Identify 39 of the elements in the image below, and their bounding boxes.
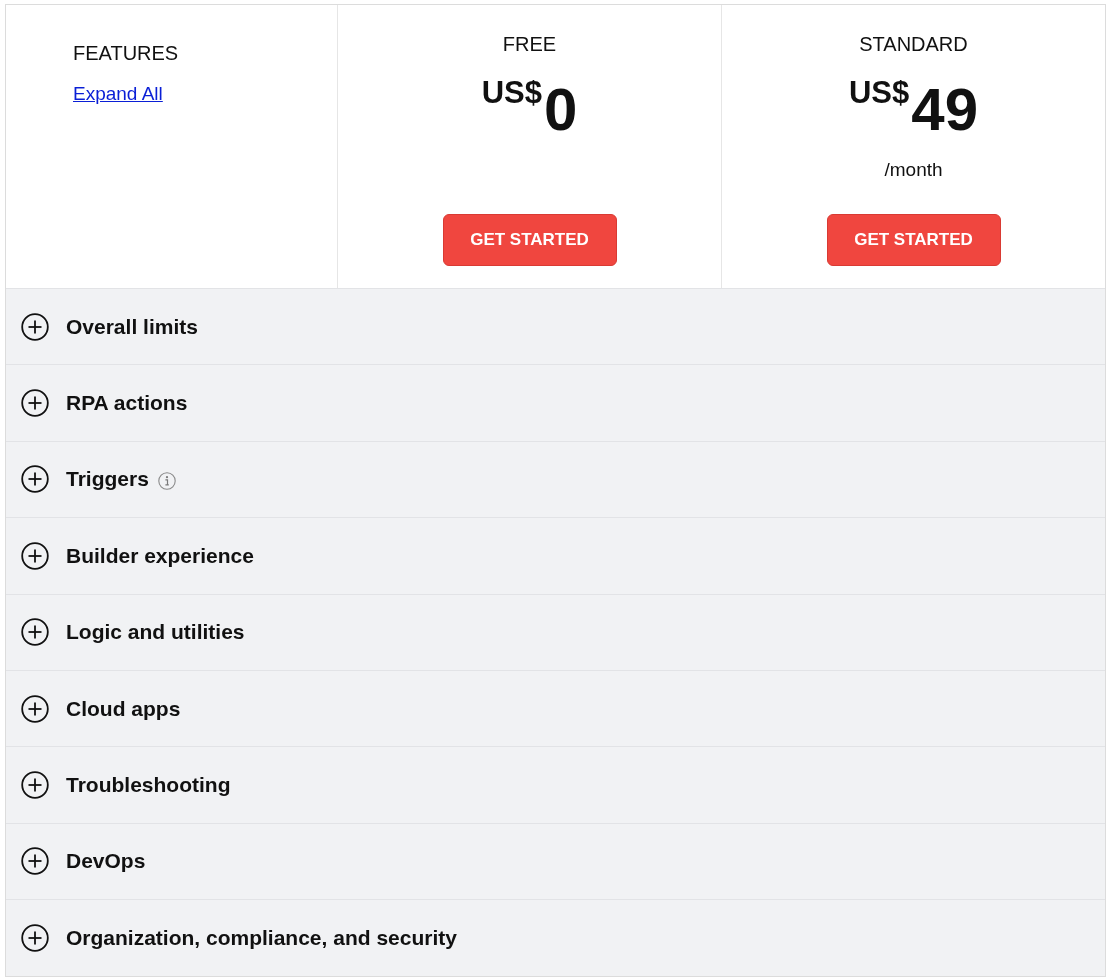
plus-circle-icon[interactable] — [21, 541, 49, 570]
feature-group-label: Cloud apps — [66, 695, 181, 722]
plus-circle-icon[interactable] — [21, 389, 49, 418]
info-icon[interactable] — [157, 472, 176, 491]
feature-group-row[interactable]: Troubleshooting — [6, 746, 1105, 823]
plan-name: STANDARD — [859, 32, 968, 56]
plus-circle-icon[interactable] — [21, 847, 49, 876]
feature-group-row[interactable]: Triggers — [6, 440, 1105, 518]
plus-circle-icon[interactable] — [21, 771, 49, 800]
feature-group-row[interactable]: Logic and utilities — [6, 593, 1105, 670]
plus-circle-icon[interactable] — [21, 694, 49, 723]
feature-group-row[interactable]: Cloud apps — [6, 669, 1105, 747]
feature-group-row[interactable]: Builder experience — [6, 517, 1105, 594]
price-currency: US$ — [481, 76, 542, 110]
feature-group-label: Builder experience — [66, 542, 254, 569]
get-started-button[interactable]: GET STARTED — [826, 214, 1001, 266]
feature-group-row[interactable]: Overall limits — [6, 288, 1105, 365]
feature-group-label: Triggers — [66, 466, 149, 493]
price-amount: 0 — [543, 80, 578, 140]
plus-circle-icon[interactable] — [21, 618, 49, 647]
feature-group-row[interactable]: RPA actions — [6, 364, 1105, 441]
price-period: /month — [884, 159, 943, 181]
feature-group-label: Logic and utilities — [66, 619, 245, 646]
features-heading: FEATURES — [73, 41, 179, 65]
get-started-button[interactable]: GET STARTED — [442, 214, 617, 266]
plus-circle-icon[interactable] — [21, 465, 49, 494]
plan-name: FREE — [502, 32, 557, 56]
feature-group-label: Organization, compliance, and security — [66, 924, 457, 951]
price-amount: 49 — [911, 80, 979, 140]
feature-group-label: DevOps — [66, 848, 146, 875]
feature-group-label: Troubleshooting — [66, 772, 231, 799]
feature-group-label: Overall limits — [66, 313, 198, 340]
feature-group-label: RPA actions — [66, 390, 188, 417]
feature-group-row[interactable]: DevOps — [6, 822, 1105, 900]
feature-group-row[interactable]: Organization, compliance, and security — [6, 899, 1105, 976]
expand-all-link[interactable]: Expand All — [73, 83, 163, 105]
plus-circle-icon[interactable] — [21, 312, 49, 341]
plus-circle-icon[interactable] — [21, 923, 49, 952]
price-currency: US$ — [848, 76, 910, 110]
